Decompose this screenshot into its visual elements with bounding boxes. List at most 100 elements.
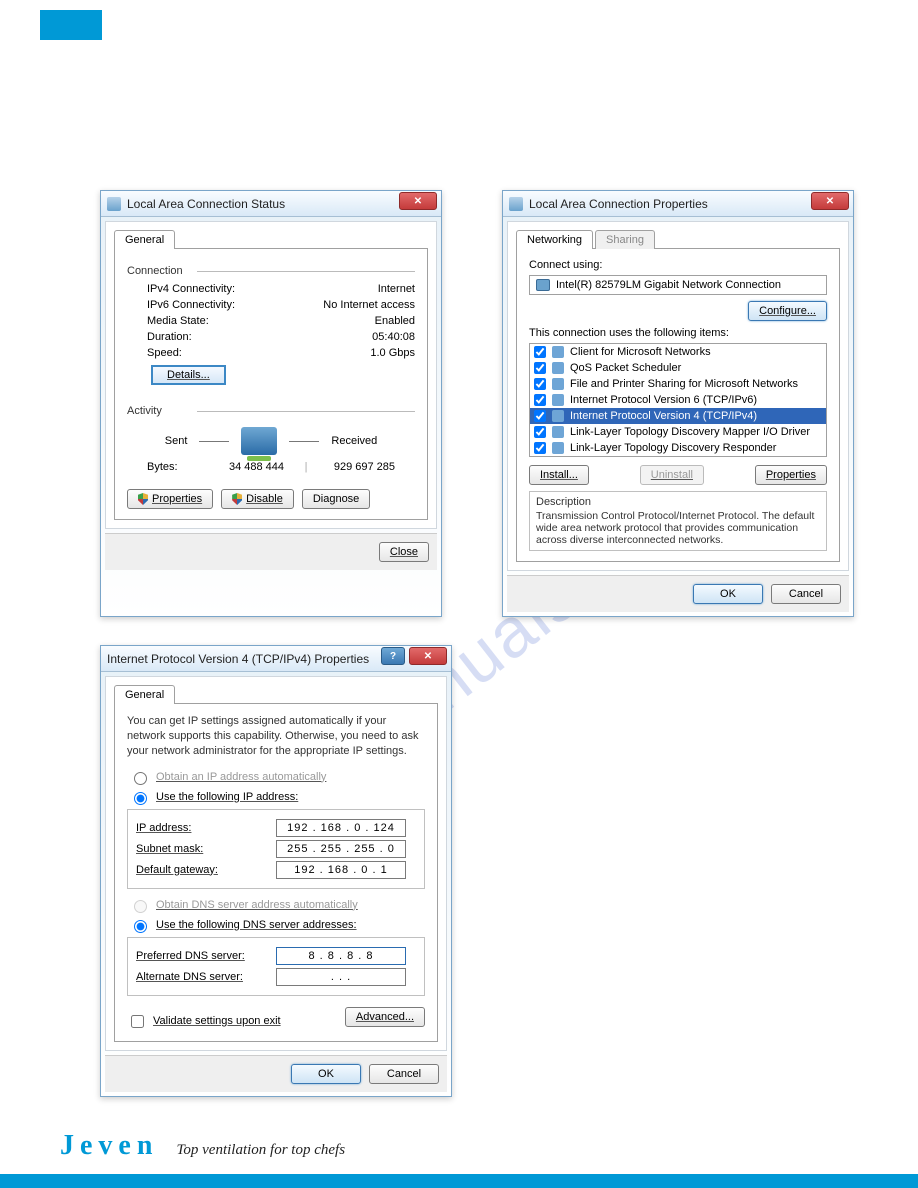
duration-value: 05:40:08 <box>372 331 415 343</box>
ipv4-value: Internet <box>378 283 415 295</box>
radio-input[interactable] <box>134 792 147 805</box>
item-checkbox[interactable] <box>534 362 546 374</box>
nic-icon <box>536 279 550 291</box>
subnet-mask-input[interactable]: 255 . 255 . 255 . 0 <box>276 840 406 858</box>
list-item: Internet Protocol Version 6 (TCP/IPv6) <box>530 392 826 408</box>
tab-sharing[interactable]: Sharing <box>595 230 655 249</box>
status-dialog: Local Area Connection Status ✕ General C… <box>100 190 442 617</box>
tab-networking[interactable]: Networking <box>516 230 593 249</box>
close-button[interactable]: Close <box>379 542 429 562</box>
close-icon[interactable]: ✕ <box>409 647 447 665</box>
tab-general[interactable]: General <box>114 230 175 249</box>
list-item: Link-Layer Topology Discovery Responder <box>530 440 826 456</box>
subnet-mask-label: Subnet mask: <box>136 843 276 855</box>
ip-address-input[interactable]: 192 . 168 . 0 . 124 <box>276 819 406 837</box>
brand-name: Jeven <box>60 1130 158 1162</box>
configure-button[interactable]: Configure... <box>748 301 827 321</box>
items-label: This connection uses the following items… <box>529 327 827 339</box>
item-checkbox[interactable] <box>534 378 546 390</box>
ipv4-label: IPv4 Connectivity: <box>147 283 235 295</box>
list-item-selected: Internet Protocol Version 4 (TCP/IPv4) <box>530 408 826 424</box>
radio-use-dns[interactable]: Use the following DNS server addresses: <box>129 917 423 933</box>
bytes-sent: 34 488 444 <box>217 461 296 473</box>
divider <box>199 441 229 442</box>
page-header-marker <box>40 10 102 40</box>
media-value: Enabled <box>375 315 415 327</box>
uninstall-button: Uninstall <box>640 465 704 485</box>
radio-obtain-dns: Obtain DNS server address automatically <box>129 897 423 913</box>
dns-group: Preferred DNS server:8 . 8 . 8 . 8 Alter… <box>127 937 425 996</box>
items-list[interactable]: Client for Microsoft Networks QoS Packet… <box>529 343 827 457</box>
speed-value: 1.0 Gbps <box>370 347 415 359</box>
properties-title: Local Area Connection Properties <box>529 197 708 211</box>
ipv4-dialog: Internet Protocol Version 4 (TCP/IPv4) P… <box>100 645 452 1097</box>
radio-use-ip[interactable]: Use the following IP address: <box>129 789 423 805</box>
divider: | <box>296 461 316 473</box>
component-icon <box>552 426 564 438</box>
disable-button[interactable]: Disable <box>221 489 294 509</box>
item-properties-button[interactable]: Properties <box>755 465 827 485</box>
help-icon[interactable]: ? <box>381 647 405 665</box>
item-checkbox[interactable] <box>534 426 546 438</box>
adapter-field: Intel(R) 82579LM Gigabit Network Connect… <box>529 275 827 295</box>
ip-group: IP address:192 . 168 . 0 . 124 Subnet ma… <box>127 809 425 889</box>
tab-general[interactable]: General <box>114 685 175 704</box>
default-gateway-input[interactable]: 192 . 168 . 0 . 1 <box>276 861 406 879</box>
ok-button[interactable]: OK <box>291 1064 361 1084</box>
list-item: Link-Layer Topology Discovery Mapper I/O… <box>530 424 826 440</box>
alternate-dns-label: Alternate DNS server: <box>136 971 276 983</box>
bytes-label: Bytes: <box>147 461 217 473</box>
details-button[interactable]: Details... <box>151 365 226 385</box>
validate-checkbox[interactable] <box>131 1015 144 1028</box>
computer-icon <box>241 427 277 455</box>
ipv4-title: Internet Protocol Version 4 (TCP/IPv4) P… <box>107 652 369 666</box>
preferred-dns-input[interactable]: 8 . 8 . 8 . 8 <box>276 947 406 965</box>
install-button[interactable]: Install... <box>529 465 589 485</box>
validate-checkbox-row[interactable]: Validate settings upon exit <box>127 1012 281 1031</box>
item-checkbox[interactable] <box>534 442 546 454</box>
ok-button[interactable]: OK <box>693 584 763 604</box>
bottom-bar <box>0 1174 918 1188</box>
status-titlebar[interactable]: Local Area Connection Status ✕ <box>101 191 441 217</box>
close-icon[interactable]: ✕ <box>811 192 849 210</box>
group-connection: Connection <box>127 265 415 277</box>
duration-label: Duration: <box>147 331 192 343</box>
cancel-button[interactable]: Cancel <box>369 1064 439 1084</box>
radio-input[interactable] <box>134 920 147 933</box>
item-checkbox[interactable] <box>534 394 546 406</box>
component-icon <box>552 410 564 422</box>
sent-label: Sent <box>165 435 188 447</box>
default-gateway-label: Default gateway: <box>136 864 276 876</box>
ip-address-label: IP address: <box>136 822 276 834</box>
diagnose-button[interactable]: Diagnose <box>302 489 370 509</box>
close-icon[interactable]: ✕ <box>399 192 437 210</box>
radio-input[interactable] <box>134 772 147 785</box>
window-icon <box>107 197 121 211</box>
bytes-recv: 929 697 285 <box>316 461 395 473</box>
component-icon <box>552 442 564 454</box>
media-label: Media State: <box>147 315 209 327</box>
group-activity: Activity <box>127 405 415 417</box>
properties-button[interactable]: Properties <box>127 489 213 509</box>
properties-dialog: Local Area Connection Properties ✕ Netwo… <box>502 190 854 617</box>
radio-input <box>134 900 147 913</box>
component-icon <box>552 346 564 358</box>
list-item: File and Printer Sharing for Microsoft N… <box>530 376 826 392</box>
cancel-button[interactable]: Cancel <box>771 584 841 604</box>
description-box: Description Transmission Control Protoco… <box>529 491 827 551</box>
description-text: Transmission Control Protocol/Internet P… <box>536 510 820 546</box>
radio-obtain-ip[interactable]: Obtain an IP address automatically <box>129 769 423 785</box>
alternate-dns-input[interactable]: . . . <box>276 968 406 986</box>
properties-titlebar[interactable]: Local Area Connection Properties ✕ <box>503 191 853 217</box>
window-icon <box>509 197 523 211</box>
component-icon <box>552 394 564 406</box>
list-item: QoS Packet Scheduler <box>530 360 826 376</box>
item-checkbox[interactable] <box>534 410 546 422</box>
connect-using-label: Connect using: <box>529 259 827 271</box>
item-checkbox[interactable] <box>534 346 546 358</box>
ipv4-titlebar[interactable]: Internet Protocol Version 4 (TCP/IPv4) P… <box>101 646 451 672</box>
component-icon <box>552 378 564 390</box>
advanced-button[interactable]: Advanced... <box>345 1007 425 1027</box>
component-icon <box>552 362 564 374</box>
speed-label: Speed: <box>147 347 182 359</box>
